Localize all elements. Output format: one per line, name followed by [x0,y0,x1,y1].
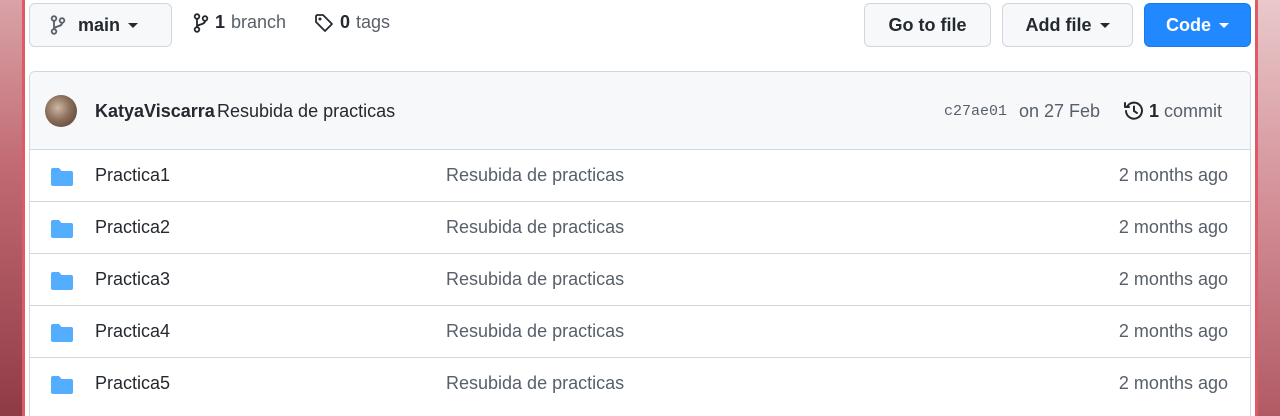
latest-commit-bar: KatyaViscarra Resubida de practicas c27a… [30,72,1250,150]
history-icon [1124,101,1143,120]
branch-name: main [78,14,121,35]
file-row: Practica5 Resubida de practicas 2 months… [30,358,1250,410]
right-border [1255,0,1258,416]
add-file-label: Add file [1025,14,1092,35]
git-branch-icon [50,15,66,35]
commit-date: on 27 Feb [1019,101,1101,121]
file-name[interactable]: Practica1 [95,165,170,186]
file-age: 2 months ago [1118,269,1228,289]
file-commit-message[interactable]: Resubida de practicas [446,217,624,238]
commit-label: commit [1164,100,1223,121]
file-age: 2 months ago [1118,217,1228,237]
folder-icon [51,324,73,342]
go-to-file-button[interactable]: Go to file [864,3,991,47]
branches-label: branch [231,12,287,32]
tags-label: tags [356,12,391,32]
file-commit-message[interactable]: Resubida de practicas [446,321,624,342]
file-commit-message[interactable]: Resubida de practicas [446,269,624,290]
code-button[interactable]: Code [1144,3,1251,47]
commit-sha[interactable]: c27ae01 [944,103,1007,120]
branches-count: 1 [215,12,226,32]
file-name[interactable]: Practica2 [95,217,170,238]
file-row: Practica2 Resubida de practicas 2 months… [30,202,1250,254]
file-row: Practica4 Resubida de practicas 2 months… [30,306,1250,358]
file-listing: KatyaViscarra Resubida de practicas c27a… [29,71,1251,416]
right-frame [1258,0,1280,416]
file-age: 2 months ago [1118,165,1228,185]
file-commit-message[interactable]: Resubida de practicas [446,165,624,186]
add-file-button[interactable]: Add file [1002,3,1133,47]
chevron-down-icon [128,22,139,28]
chevron-down-icon [1219,22,1229,28]
commit-count: 1 [1149,100,1160,121]
folder-icon [51,376,73,394]
folder-icon [51,220,73,238]
commit-message[interactable]: Resubida de practicas [217,101,395,122]
folder-icon [51,272,73,290]
branches-link[interactable]: 1 branch [193,12,286,33]
left-frame [0,0,22,416]
file-row: Practica1 Resubida de practicas 2 months… [30,150,1250,202]
branch-select-button[interactable]: main [29,3,172,47]
file-name[interactable]: Practica4 [95,321,170,342]
tag-icon [315,13,333,32]
code-label: Code [1166,14,1211,35]
file-commit-message[interactable]: Resubida de practicas [446,373,624,394]
file-age: 2 months ago [1118,321,1228,341]
repo-panel: main 1 branch 0 tags Go to file Add file… [25,0,1255,416]
file-name[interactable]: Practica5 [95,373,170,394]
git-branch-icon [193,12,209,33]
chevron-down-icon [1099,22,1110,28]
file-name[interactable]: Practica3 [95,269,170,290]
file-row: Practica3 Resubida de practicas 2 months… [30,254,1250,306]
commit-author[interactable]: KatyaViscarra [95,101,215,122]
commits-link[interactable]: 1 commit [1123,100,1222,122]
tags-link[interactable]: 0 tags [314,12,390,33]
avatar[interactable] [45,95,77,127]
go-to-file-label: Go to file [888,14,967,35]
tags-count: 0 [340,12,351,32]
folder-icon [51,168,73,186]
file-age: 2 months ago [1118,373,1228,393]
